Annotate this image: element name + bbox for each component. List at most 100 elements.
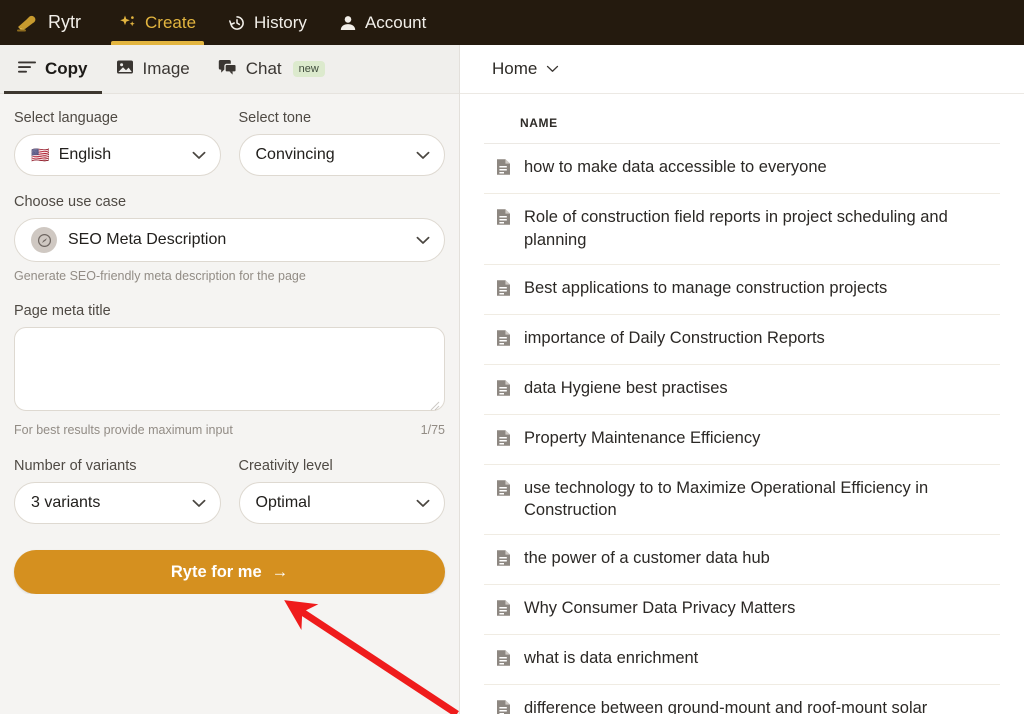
- table-row[interactable]: difference between ground-mount and roof…: [484, 685, 1000, 714]
- nav-label-history: History: [254, 12, 307, 32]
- language-value: English: [58, 146, 112, 163]
- variants-select[interactable]: 3 variants: [14, 482, 221, 524]
- table-row[interactable]: data Hygiene best practises: [484, 365, 1000, 415]
- tab-copy[interactable]: Copy: [4, 45, 102, 94]
- us-flag-icon: 🇺🇸: [31, 146, 50, 164]
- character-counter: 1/75: [420, 423, 445, 437]
- language-label: Select language: [14, 110, 118, 126]
- app-root: Rytr Create History Account Copy Image C…: [0, 0, 1024, 714]
- nav-item-rytr[interactable]: Rytr: [10, 0, 103, 45]
- gauge-icon: [31, 227, 57, 253]
- document-name: data Hygiene best practises: [524, 378, 728, 397]
- document-icon: [496, 599, 511, 622]
- breadcrumb-home[interactable]: Home: [492, 59, 537, 79]
- document-name: what is data enrichment: [524, 649, 699, 668]
- document-name: Role of construction field reports in pr…: [524, 208, 948, 249]
- document-icon: [496, 549, 511, 572]
- table-row[interactable]: Best applications to manage construction…: [484, 265, 1000, 315]
- document-icon: [496, 158, 511, 181]
- chevron-down-icon: [192, 499, 206, 508]
- page-meta-title-group: Page meta title For best results provide…: [14, 303, 445, 437]
- usecase-field-group: Choose use case SEO Meta Description Gen…: [14, 194, 445, 283]
- usecase-value: SEO Meta Description: [68, 231, 227, 248]
- document-icon: [496, 479, 511, 502]
- arrow-right-icon: →: [271, 562, 289, 581]
- language-select[interactable]: 🇺🇸 English: [14, 134, 221, 176]
- creativity-field-group: Creativity level Optimal: [238, 458, 445, 524]
- variants-field-group: Number of variants 3 variants: [14, 458, 221, 524]
- sparkles-icon: [119, 14, 137, 32]
- document-icon: [496, 208, 511, 231]
- table-row[interactable]: how to make data accessible to everyone: [484, 144, 1000, 194]
- left-editor-panel: Copy Image Chat new Select language 🇺🇸 E…: [0, 45, 460, 714]
- nav-item-history[interactable]: History: [212, 0, 323, 45]
- chevron-down-icon: [416, 236, 430, 245]
- creativity-value: Optimal: [255, 494, 311, 511]
- table-row[interactable]: what is data enrichment: [484, 635, 1000, 686]
- usecase-label: Choose use case: [14, 194, 127, 210]
- nav-label-rytr: Rytr: [48, 12, 81, 32]
- nav-item-account[interactable]: Account: [323, 0, 442, 45]
- column-header-name: NAME: [484, 94, 1000, 144]
- page-meta-title-helper: For best results provide maximum input: [14, 423, 233, 437]
- nav-item-create[interactable]: Create: [103, 0, 212, 45]
- chevron-down-icon: [416, 151, 430, 160]
- tab-chat[interactable]: Chat new: [204, 45, 339, 94]
- creativity-select[interactable]: Optimal: [238, 482, 445, 524]
- document-name: Why Consumer Data Privacy Matters: [524, 599, 796, 618]
- chevron-down-icon: [192, 151, 206, 160]
- table-row[interactable]: use technology to to Maximize Operationa…: [484, 465, 1000, 536]
- table-row[interactable]: importance of Daily Construction Reports: [484, 315, 1000, 365]
- ryte-for-me-button[interactable]: Ryte for me →: [14, 550, 445, 594]
- table-row[interactable]: Why Consumer Data Privacy Matters: [484, 585, 1000, 636]
- tone-field-group: Select tone Convincing: [238, 110, 445, 176]
- table-row[interactable]: the power of a customer data hub: [484, 535, 1000, 586]
- document-name: how to make data accessible to everyone: [524, 158, 827, 176]
- document-name: the power of a customer data hub: [524, 549, 770, 568]
- document-icon: [496, 699, 511, 714]
- variants-label: Number of variants: [14, 458, 137, 474]
- chevron-down-icon: [416, 499, 430, 508]
- document-icon: [496, 379, 511, 402]
- documents-rows: how to make data accessible to everyone R…: [460, 144, 1024, 714]
- language-field-group: Select language 🇺🇸 English: [14, 110, 221, 176]
- history-clock-icon: [228, 14, 246, 32]
- rytr-logo-icon: [16, 13, 40, 33]
- body-split: Copy Image Chat new Select language 🇺🇸 E…: [0, 45, 1024, 714]
- variants-value: 3 variants: [31, 494, 101, 511]
- document-icon: [496, 279, 511, 302]
- page-meta-title-wrap: [14, 327, 445, 416]
- usecase-select[interactable]: SEO Meta Description: [14, 218, 445, 262]
- copy-form: Select language 🇺🇸 English Select tone C…: [0, 94, 459, 594]
- documents-list: NAME how to make data accessible to ever…: [460, 94, 1024, 714]
- tab-copy-label: Copy: [45, 59, 88, 78]
- nav-label-create: Create: [145, 12, 197, 32]
- chat-new-badge: new: [292, 61, 325, 77]
- tone-label: Select tone: [238, 110, 312, 126]
- document-icon: [496, 329, 511, 352]
- tone-value: Convincing: [255, 146, 335, 163]
- document-name: difference between ground-mount and roof…: [524, 699, 928, 714]
- document-name: importance of Daily Construction Reports: [524, 328, 825, 347]
- document-name: Property Maintenance Efficiency: [524, 428, 761, 447]
- table-row[interactable]: Property Maintenance Efficiency: [484, 415, 1000, 465]
- tone-select[interactable]: Convincing: [238, 134, 445, 176]
- image-icon: [116, 58, 134, 81]
- page-meta-title-label: Page meta title: [14, 303, 111, 319]
- document-name: use technology to to Maximize Operationa…: [524, 478, 929, 520]
- page-meta-title-input[interactable]: [14, 327, 445, 411]
- language-tone-row: Select language 🇺🇸 English Select tone C…: [14, 110, 445, 176]
- sub-navigation-tabs: Copy Image Chat new: [0, 45, 459, 94]
- document-icon: [496, 429, 511, 452]
- document-icon: [496, 649, 511, 672]
- tab-chat-label: Chat: [245, 59, 282, 78]
- chevron-down-icon[interactable]: [546, 60, 559, 78]
- document-name: Best applications to manage construction…: [524, 278, 888, 297]
- table-row[interactable]: Role of construction field reports in pr…: [484, 194, 1000, 265]
- page-meta-title-helper-row: For best results provide maximum input 1…: [14, 423, 445, 437]
- tab-image[interactable]: Image: [102, 45, 204, 94]
- person-icon: [339, 14, 357, 32]
- creativity-label: Creativity level: [238, 458, 333, 474]
- ryte-for-me-label: Ryte for me: [170, 562, 262, 581]
- lines-icon: [18, 59, 36, 79]
